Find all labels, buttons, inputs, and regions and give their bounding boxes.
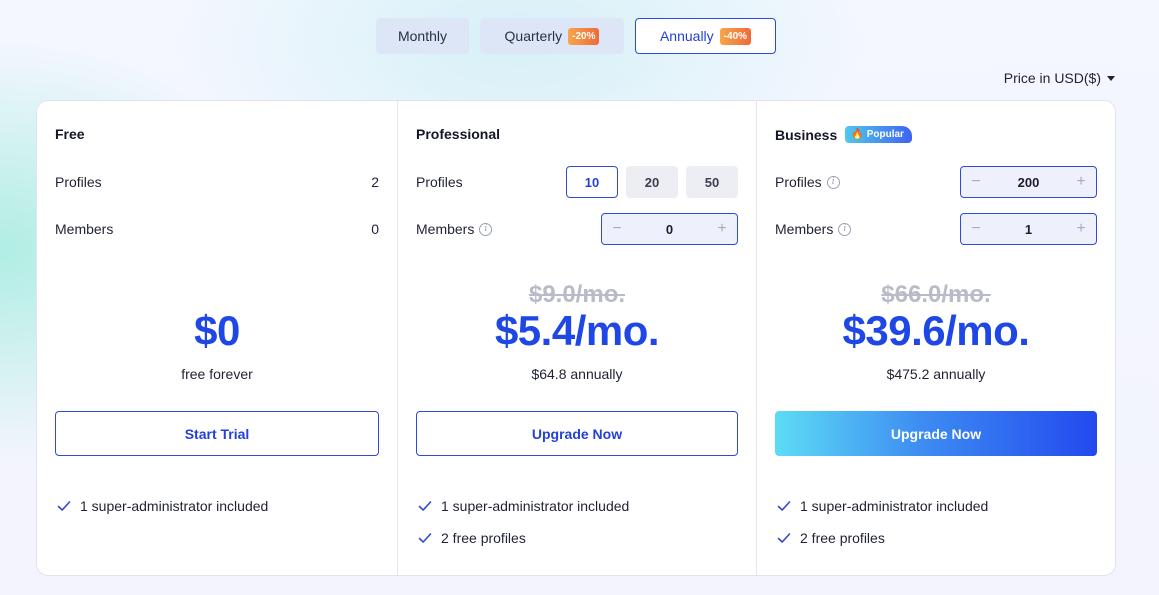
biz-price-sub: $475.2 annually [886, 366, 986, 382]
biz-upgrade-button[interactable]: Upgrade Now [775, 411, 1097, 456]
pro-features: 1 super-administrator included 2 free pr… [418, 495, 738, 559]
free-profiles-label: Profiles [55, 174, 102, 190]
tab-monthly[interactable]: Monthly [376, 18, 469, 54]
increment-button[interactable]: + [707, 214, 737, 244]
list-item: 2 free profiles [418, 527, 738, 549]
list-item: 1 super-administrator included [777, 495, 1097, 517]
pro-profiles-row: Profiles 10 20 50 [416, 166, 738, 198]
info-icon[interactable]: i [838, 222, 852, 236]
tab-quarterly[interactable]: Quarterly -20% [480, 18, 624, 54]
info-icon[interactable]: i [479, 222, 493, 236]
free-members-label: Members [55, 221, 114, 237]
pro-price: $5.4/mo. [494, 307, 660, 354]
free-profiles-value: 2 [371, 174, 379, 190]
plan-business: Business 🔥 Popular Profiles i − 200 + Me… [756, 101, 1115, 575]
biz-profiles-stepper: − 200 + [960, 166, 1097, 198]
plan-free-title: Free [55, 126, 85, 142]
plan-business-title-text: Business [775, 126, 838, 143]
biz-profiles-row: Profiles i − 200 + [775, 166, 1097, 198]
list-item: 1 super-administrator included [418, 495, 738, 517]
biz-profiles-label-wrap: Profiles i [775, 174, 840, 190]
free-members-row: Members 0 [55, 213, 379, 245]
biz-members-row: Members i − 1 + [775, 213, 1097, 245]
check-icon [777, 499, 791, 513]
feature-text: 1 super-administrator included [441, 498, 630, 514]
pro-members-label: Members [416, 221, 475, 237]
start-trial-button[interactable]: Start Trial [55, 411, 379, 456]
pro-price-sub: $64.8 annually [531, 366, 623, 382]
caret-down-icon [1107, 75, 1115, 81]
plan-free: Free Profiles 2 Members 0 $0 free foreve… [37, 101, 397, 575]
check-icon [418, 499, 432, 513]
feature-text: 1 super-administrator included [800, 498, 989, 514]
biz-members-value[interactable]: 1 [1025, 222, 1032, 237]
biz-members-label: Members [775, 221, 834, 237]
info-icon[interactable]: i [826, 175, 840, 189]
biz-profiles-label: Profiles [775, 174, 822, 190]
biz-old-price: $66.0/mo. [881, 281, 991, 308]
list-item: 1 super-administrator included [57, 495, 379, 517]
pro-members-label-wrap: Members i [416, 221, 493, 237]
tab-annually[interactable]: Annually -40% [635, 18, 776, 54]
feature-text: 2 free profiles [800, 530, 885, 546]
pro-members-stepper: − 0 + [601, 213, 738, 245]
tab-annually-label: Annually [659, 28, 714, 44]
popular-badge-text: Popular [866, 129, 904, 140]
biz-members-label-wrap: Members i [775, 221, 852, 237]
biz-price: $39.6/mo. [842, 307, 1030, 354]
tab-quarterly-label: Quarterly [504, 28, 563, 44]
feature-text: 2 free profiles [441, 530, 526, 546]
biz-profiles-value[interactable]: 200 [1018, 175, 1040, 190]
plan-professional: Professional Profiles 10 20 50 Members i… [397, 101, 756, 575]
currency-selector[interactable]: Price in USD($) [1004, 70, 1115, 86]
profiles-option-20[interactable]: 20 [626, 166, 678, 198]
decrement-button[interactable]: − [961, 214, 991, 244]
fire-icon: 🔥 [851, 129, 864, 140]
plan-professional-title-text: Professional [416, 126, 501, 142]
pro-members-row: Members i − 0 + [416, 213, 738, 245]
plan-professional-title: Professional [416, 126, 500, 142]
feature-text: 1 super-administrator included [80, 498, 269, 514]
pro-members-value[interactable]: 0 [666, 222, 673, 237]
annually-discount-badge: -40% [719, 27, 752, 45]
free-profiles-row: Profiles 2 [55, 166, 379, 198]
list-item: 2 free profiles [777, 527, 1097, 549]
plan-business-title: Business 🔥 Popular [775, 126, 912, 143]
free-price-sub: free forever [181, 366, 253, 382]
biz-members-stepper: − 1 + [960, 213, 1097, 245]
pro-profiles-options: 10 20 50 [566, 166, 738, 198]
free-price: $0 [194, 307, 240, 354]
tab-monthly-label: Monthly [397, 28, 448, 44]
profiles-option-50[interactable]: 50 [686, 166, 738, 198]
popular-badge: 🔥 Popular [845, 126, 912, 143]
free-members-value: 0 [371, 221, 379, 237]
pro-profiles-label: Profiles [416, 174, 463, 190]
billing-period-tabs: Monthly Quarterly -20% Annually -40% [376, 18, 776, 54]
pro-old-price: $9.0/mo. [528, 281, 626, 308]
decrement-button[interactable]: − [602, 214, 632, 244]
increment-button[interactable]: + [1066, 167, 1096, 197]
profiles-option-10[interactable]: 10 [566, 166, 618, 198]
pricing-plans: Free Profiles 2 Members 0 $0 free foreve… [36, 100, 1116, 576]
plan-free-title-text: Free [55, 126, 85, 142]
free-features: 1 super-administrator included [57, 495, 379, 527]
currency-label: Price in USD($) [1003, 70, 1101, 86]
check-icon [777, 531, 791, 545]
biz-features: 1 super-administrator included 2 free pr… [777, 495, 1097, 559]
decrement-button[interactable]: − [961, 167, 991, 197]
check-icon [57, 499, 71, 513]
increment-button[interactable]: + [1066, 214, 1096, 244]
check-icon [418, 531, 432, 545]
quarterly-discount-badge: -20% [568, 27, 600, 45]
pro-upgrade-button[interactable]: Upgrade Now [416, 411, 738, 456]
